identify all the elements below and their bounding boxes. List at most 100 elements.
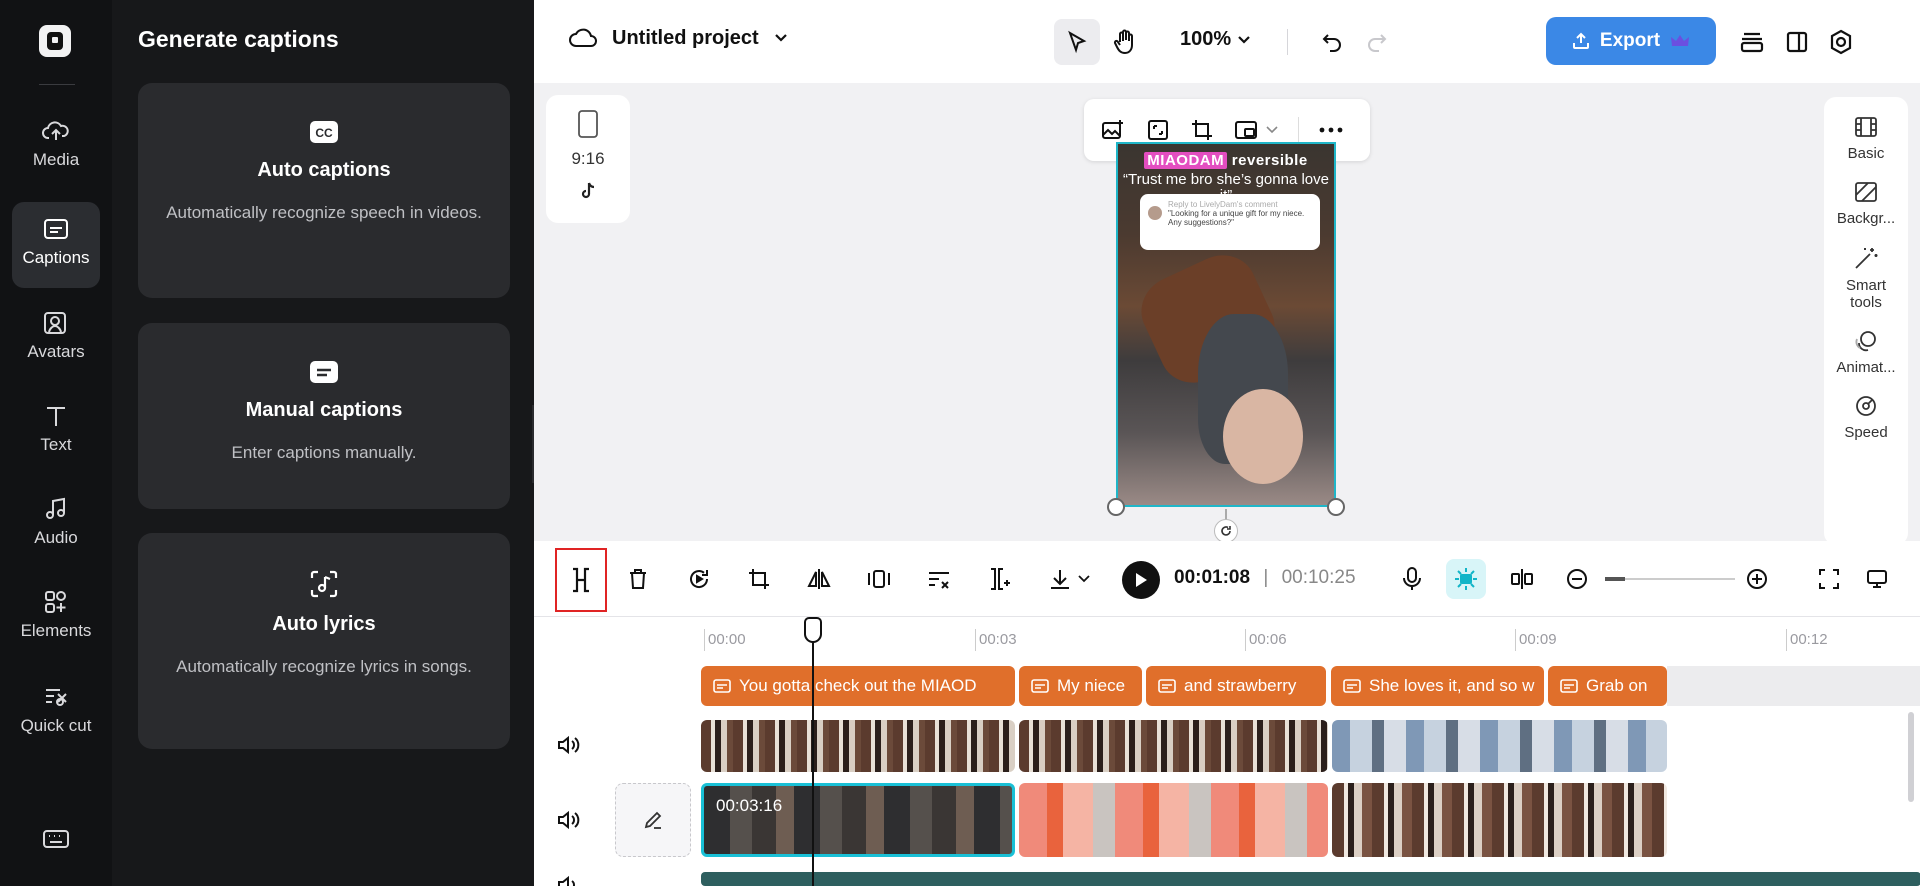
cc-icon: CC [308,119,340,145]
export-button[interactable]: Export [1546,17,1716,65]
rail-label-captions: Captions [22,248,90,267]
video-preview[interactable]: MIAODAM reversible “Trust me bro she’s g… [1116,142,1336,507]
layers-button[interactable] [1729,19,1775,65]
main-video-clip[interactable] [1332,783,1667,857]
tool-smart-tools[interactable]: Smart tools [1824,245,1908,311]
caption-text: Grab on [1586,676,1648,695]
rail-label-audio: Audio [34,528,78,547]
zoom-out-button[interactable] [1557,559,1597,599]
rotate-handle[interactable] [1214,519,1238,543]
aspect-ratio-card[interactable]: 9:16 [546,95,630,223]
audio-track[interactable] [701,872,1920,886]
main-video-clip-selected[interactable]: 00:03:16 [701,783,1015,857]
split-tool-button[interactable] [555,548,607,612]
caption-text: and strawberry [1184,676,1297,695]
timeline-zoom-slider[interactable] [1605,577,1735,581]
clip-duration: 00:03:16 [716,796,783,815]
hand-tool-button[interactable] [1102,19,1148,65]
top-bar: Untitled project 100% Export [534,0,1920,83]
chevron-down-icon [1078,575,1090,583]
time-ruler[interactable]: 00:00 00:03 00:06 00:09 00:12 [534,617,1920,657]
rail-item-quick-cut[interactable]: Quick cut [12,670,100,770]
fit-timeline-button[interactable] [1809,559,1849,599]
keyboard-shortcuts-button[interactable] [42,828,70,850]
track-volume-button[interactable] [556,875,580,886]
play-button[interactable] [1122,561,1160,599]
undo-button[interactable] [1309,19,1355,65]
gear-icon [1830,29,1852,55]
rail-item-avatars[interactable]: Avatars [12,296,100,382]
microphone-icon [1403,567,1421,590]
crop-icon[interactable] [1190,118,1214,142]
caption-text: She loves it, and so w [1369,676,1535,695]
delete-button[interactable] [618,559,658,599]
caption-clip[interactable]: and strawberry [1146,666,1326,706]
caption-clip[interactable]: My niece [1019,666,1142,706]
settings-button[interactable] [1818,19,1864,65]
adjust-button[interactable] [919,559,959,599]
track-volume-button[interactable] [556,810,580,830]
manual-captions-card[interactable]: Manual captions Enter captions manually. [138,323,510,509]
reverse-button[interactable] [679,559,719,599]
auto-snap-toggle[interactable] [1446,559,1486,599]
zoom-in-button[interactable] [1737,559,1777,599]
picture-in-picture-dropdown[interactable] [1234,118,1278,142]
overlay-video-clip[interactable] [1019,720,1328,772]
music-note-icon [308,569,340,599]
redo-button[interactable] [1354,19,1400,65]
rail-item-media[interactable]: Media [12,104,100,190]
crown-icon [1671,35,1690,46]
split-screen-button[interactable] [1502,559,1542,599]
cover-edit-button[interactable] [615,783,691,857]
rail-item-elements[interactable]: Elements [12,575,100,661]
portrait-frame-icon [578,110,598,138]
fit-frame-icon[interactable] [1146,118,1170,142]
card-description: Automatically recognize speech in videos… [166,203,482,222]
split-bracket-icon [573,567,589,593]
caption-clip[interactable]: Grab on [1548,666,1667,706]
auto-lyrics-card[interactable]: Auto lyrics Automatically recognize lyri… [138,533,510,749]
resize-handle[interactable] [1327,498,1345,516]
tool-label: Backgr... [1836,210,1896,227]
tool-basic[interactable]: Basic [1824,115,1908,162]
overlay-video-clip[interactable] [701,720,1015,772]
more-icon[interactable] [1319,127,1343,133]
ruler-tick: 00:03 [975,629,1017,651]
elements-icon [45,591,66,613]
playhead-handle[interactable] [804,617,822,643]
rail-item-audio[interactable]: Audio [12,482,100,568]
smart-split-icon [991,568,1010,590]
ai-split-button[interactable] [979,559,1019,599]
replace-image-icon[interactable] [1100,118,1126,142]
tool-animation[interactable]: Animat... [1824,329,1908,376]
caption-clip[interactable]: She loves it, and so w [1331,666,1544,706]
music-icon [46,497,65,519]
crop-button[interactable] [739,559,779,599]
track-volume-button[interactable] [556,735,580,755]
zoom-out-icon [1567,569,1587,589]
rail-item-text[interactable]: Text [12,389,100,475]
timeline-scrollbar[interactable] [1908,712,1914,802]
auto-captions-card[interactable]: CC Auto captions Automatically recognize… [138,83,510,298]
record-voice-button[interactable] [1392,559,1432,599]
caption-clip[interactable]: You gotta check out the MIAOD [701,666,1015,706]
crop-icon [749,569,769,589]
select-tool-button[interactable] [1054,19,1100,65]
split-view-button[interactable] [1774,19,1820,65]
app-logo[interactable] [39,25,71,57]
download-dropdown[interactable] [1039,559,1099,599]
rail-label-media: Media [32,150,80,169]
tool-speed[interactable]: Speed [1824,394,1908,441]
main-video-clip[interactable] [1019,783,1328,857]
tool-background[interactable]: Backgr... [1824,180,1908,227]
preview-settings-button[interactable] [1857,559,1897,599]
overlay-video-clip[interactable] [1332,720,1667,772]
rail-label-quick-cut: Quick cut [20,716,92,735]
rail-item-captions[interactable]: Captions [12,202,100,288]
zoom-dropdown[interactable]: 100% [1180,28,1251,51]
flip-button[interactable] [799,559,839,599]
project-name-dropdown[interactable]: Untitled project [568,26,789,50]
resize-handle[interactable] [1107,498,1125,516]
video-title-rest: reversible [1231,152,1308,169]
freeze-frame-button[interactable] [859,559,899,599]
